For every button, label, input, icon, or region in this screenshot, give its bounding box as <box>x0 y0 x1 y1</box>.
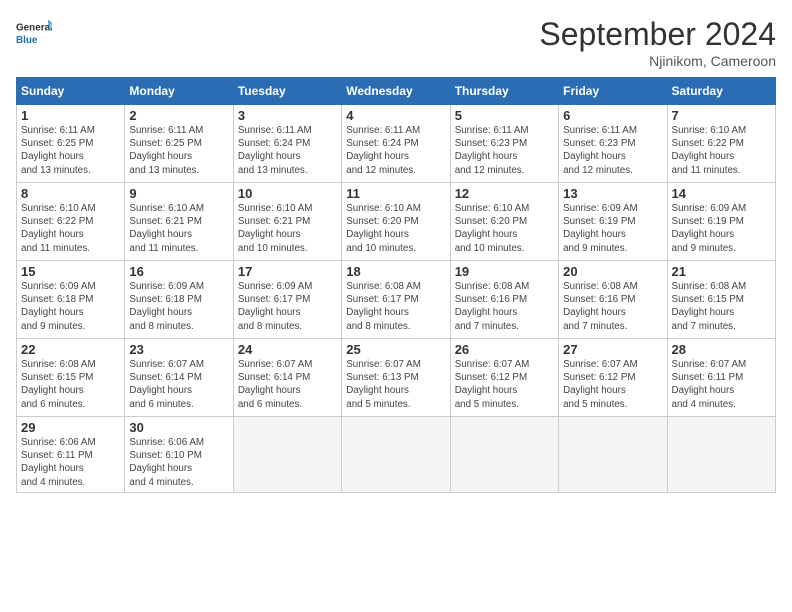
table-row: 20Sunrise: 6:08 AMSunset: 6:16 PMDayligh… <box>559 261 667 339</box>
table-row: 22Sunrise: 6:08 AMSunset: 6:15 PMDayligh… <box>17 339 125 417</box>
table-row: 10Sunrise: 6:10 AMSunset: 6:21 PMDayligh… <box>233 183 341 261</box>
table-row <box>342 417 450 493</box>
table-row: 28Sunrise: 6:07 AMSunset: 6:11 PMDayligh… <box>667 339 775 417</box>
table-row: 19Sunrise: 6:08 AMSunset: 6:16 PMDayligh… <box>450 261 558 339</box>
svg-text:Blue: Blue <box>16 35 38 46</box>
table-row: 5Sunrise: 6:11 AMSunset: 6:23 PMDaylight… <box>450 105 558 183</box>
col-tuesday: Tuesday <box>233 78 341 105</box>
title-block: September 2024 Njinikom, Cameroon <box>539 16 776 69</box>
col-monday: Monday <box>125 78 233 105</box>
header-row: Sunday Monday Tuesday Wednesday Thursday… <box>17 78 776 105</box>
logo: General Blue <box>16 16 52 52</box>
table-row: 15Sunrise: 6:09 AMSunset: 6:18 PMDayligh… <box>17 261 125 339</box>
col-friday: Friday <box>559 78 667 105</box>
table-row: 6Sunrise: 6:11 AMSunset: 6:23 PMDaylight… <box>559 105 667 183</box>
table-row: 30Sunrise: 6:06 AMSunset: 6:10 PMDayligh… <box>125 417 233 493</box>
month-title: September 2024 <box>539 16 776 53</box>
calendar-table: Sunday Monday Tuesday Wednesday Thursday… <box>16 77 776 493</box>
table-row: 11Sunrise: 6:10 AMSunset: 6:20 PMDayligh… <box>342 183 450 261</box>
table-row: 12Sunrise: 6:10 AMSunset: 6:20 PMDayligh… <box>450 183 558 261</box>
table-row: 23Sunrise: 6:07 AMSunset: 6:14 PMDayligh… <box>125 339 233 417</box>
table-row: 25Sunrise: 6:07 AMSunset: 6:13 PMDayligh… <box>342 339 450 417</box>
svg-text:General: General <box>16 22 52 33</box>
location: Njinikom, Cameroon <box>539 53 776 69</box>
table-row: 7Sunrise: 6:10 AMSunset: 6:22 PMDaylight… <box>667 105 775 183</box>
table-row: 18Sunrise: 6:08 AMSunset: 6:17 PMDayligh… <box>342 261 450 339</box>
col-sunday: Sunday <box>17 78 125 105</box>
table-row: 16Sunrise: 6:09 AMSunset: 6:18 PMDayligh… <box>125 261 233 339</box>
col-wednesday: Wednesday <box>342 78 450 105</box>
table-row <box>559 417 667 493</box>
table-row: 9Sunrise: 6:10 AMSunset: 6:21 PMDaylight… <box>125 183 233 261</box>
table-row <box>450 417 558 493</box>
table-row: 2Sunrise: 6:11 AMSunset: 6:25 PMDaylight… <box>125 105 233 183</box>
table-row: 17Sunrise: 6:09 AMSunset: 6:17 PMDayligh… <box>233 261 341 339</box>
table-row: 21Sunrise: 6:08 AMSunset: 6:15 PMDayligh… <box>667 261 775 339</box>
table-row: 27Sunrise: 6:07 AMSunset: 6:12 PMDayligh… <box>559 339 667 417</box>
page-container: General Blue September 2024 Njinikom, Ca… <box>0 0 792 501</box>
table-row: 26Sunrise: 6:07 AMSunset: 6:12 PMDayligh… <box>450 339 558 417</box>
table-row <box>233 417 341 493</box>
table-row <box>667 417 775 493</box>
logo-icon: General Blue <box>16 16 52 52</box>
table-row: 29Sunrise: 6:06 AMSunset: 6:11 PMDayligh… <box>17 417 125 493</box>
table-row: 8Sunrise: 6:10 AMSunset: 6:22 PMDaylight… <box>17 183 125 261</box>
table-row: 24Sunrise: 6:07 AMSunset: 6:14 PMDayligh… <box>233 339 341 417</box>
col-thursday: Thursday <box>450 78 558 105</box>
table-row: 1Sunrise: 6:11 AMSunset: 6:25 PMDaylight… <box>17 105 125 183</box>
table-row: 4Sunrise: 6:11 AMSunset: 6:24 PMDaylight… <box>342 105 450 183</box>
table-row: 3Sunrise: 6:11 AMSunset: 6:24 PMDaylight… <box>233 105 341 183</box>
col-saturday: Saturday <box>667 78 775 105</box>
header: General Blue September 2024 Njinikom, Ca… <box>16 16 776 69</box>
table-row: 13Sunrise: 6:09 AMSunset: 6:19 PMDayligh… <box>559 183 667 261</box>
table-row: 14Sunrise: 6:09 AMSunset: 6:19 PMDayligh… <box>667 183 775 261</box>
